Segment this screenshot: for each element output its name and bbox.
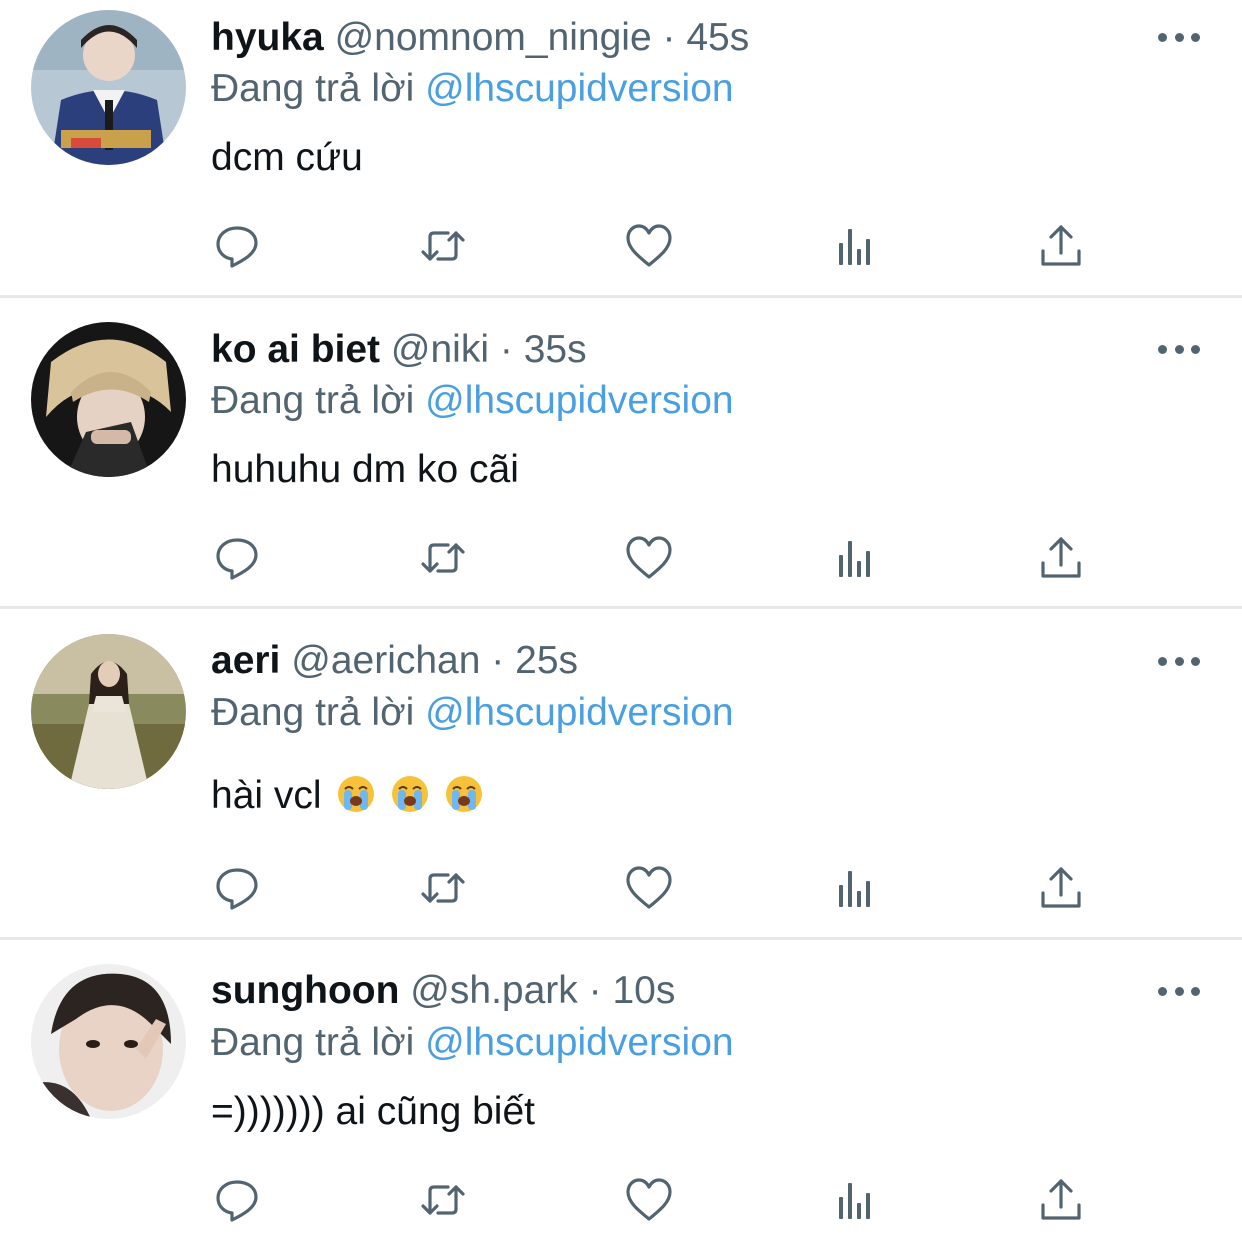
analytics-icon[interactable] [826,1170,886,1230]
reply-prefix: Đang trả lời [211,691,415,734]
user-handle[interactable]: @sh.park [410,969,577,1012]
tweet[interactable]: aeri @aerichan · 25s Đang trả lời @lhscu… [0,609,1242,937]
share-icon[interactable] [1031,528,1091,588]
like-icon[interactable] [619,858,679,918]
retweet-icon[interactable] [413,216,473,276]
avatar[interactable] [31,634,186,789]
share-icon[interactable] [1031,858,1091,918]
like-icon[interactable] [619,528,679,588]
timestamp[interactable]: 45s [686,16,749,59]
tweet-header: ko ai biet @niki · 35s [211,325,587,375]
separator: · [662,16,676,59]
share-icon[interactable] [1031,1170,1091,1230]
display-name[interactable]: ko ai biet [211,328,380,371]
loudly-crying-face-emoji [391,776,428,812]
tweet[interactable]: hyuka @nomnom_ningie · 45s Đang trả lời … [0,0,1242,296]
tweet-header: sunghoon @sh.park · 10s [211,966,675,1016]
reply-icon[interactable] [207,528,267,588]
display-name[interactable]: sunghoon [211,969,399,1012]
timestamp[interactable]: 35s [524,328,587,371]
loudly-crying-face-emoji [337,776,374,812]
tweet-text: huhuhu dm ko cãi [211,448,519,491]
reply-to-link[interactable]: @lhscupidversion [425,379,733,422]
retweet-icon[interactable] [413,858,473,918]
reply-context: Đang trả lời @lhscupidversion [211,688,734,738]
avatar[interactable] [31,964,186,1119]
loudly-crying-face-emoji [445,776,482,812]
user-handle[interactable]: @aerichan [291,639,480,682]
reply-icon[interactable] [207,216,267,276]
retweet-icon[interactable] [413,528,473,588]
tweet-header: hyuka @nomnom_ningie · 45s [211,13,749,63]
analytics-icon[interactable] [826,528,886,588]
display-name[interactable]: aeri [211,639,280,682]
tweet[interactable]: ko ai biet @niki · 35s Đang trả lời @lhs… [0,298,1242,606]
reply-icon[interactable] [207,1170,267,1230]
timestamp[interactable]: 25s [515,639,578,682]
reply-context: Đang trả lời @lhscupidversion [211,376,734,426]
tweet-text-content: hài vcl [211,774,322,817]
more-options-icon[interactable] [1158,654,1200,668]
tweet[interactable]: sunghoon @sh.park · 10s Đang trả lời @lh… [0,940,1242,1249]
separator: · [499,328,513,371]
reply-prefix: Đang trả lời [211,379,415,422]
reply-to-link[interactable]: @lhscupidversion [425,67,733,110]
reply-prefix: Đang trả lời [211,1021,415,1064]
more-options-icon[interactable] [1158,984,1200,998]
user-handle[interactable]: @niki [391,328,489,371]
reply-context: Đang trả lời @lhscupidversion [211,1018,734,1068]
like-icon[interactable] [619,1170,679,1230]
reply-prefix: Đang trả lời [211,67,415,110]
more-options-icon[interactable] [1158,342,1200,356]
more-options-icon[interactable] [1158,30,1200,44]
avatar-photo [31,322,186,477]
avatar[interactable] [31,322,186,477]
avatar[interactable] [31,10,186,165]
reply-to-link[interactable]: @lhscupidversion [425,1021,733,1064]
reply-to-link[interactable]: @lhscupidversion [425,691,733,734]
tweet-text: dcm cứu [211,136,363,179]
retweet-icon[interactable] [413,1170,473,1230]
share-icon[interactable] [1031,216,1091,276]
timestamp[interactable]: 10s [612,969,675,1012]
separator: · [588,969,602,1012]
like-icon[interactable] [619,216,679,276]
tweet-header: aeri @aerichan · 25s [211,636,578,686]
tweet-text: hài vcl [211,770,484,822]
user-handle[interactable]: @nomnom_ningie [335,16,652,59]
separator: · [491,639,505,682]
reply-context: Đang trả lời @lhscupidversion [211,64,734,114]
avatar-photo [31,634,186,789]
tweet-text: =))))))) ai cũng biết [211,1090,535,1133]
avatar-photo [31,10,186,165]
reply-icon[interactable] [207,858,267,918]
avatar-photo [31,964,186,1119]
display-name[interactable]: hyuka [211,16,324,59]
analytics-icon[interactable] [826,216,886,276]
analytics-icon[interactable] [826,858,886,918]
